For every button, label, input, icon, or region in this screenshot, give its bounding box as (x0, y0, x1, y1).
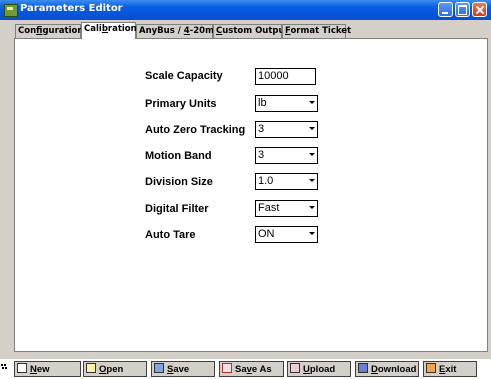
tab-label-post: iguration (42, 26, 84, 36)
button-label-accel: D (371, 364, 378, 375)
tab-format-ticket[interactable]: Format Ticket (282, 24, 351, 38)
save-as-button[interactable]: Save As (219, 361, 284, 377)
chevron-down-icon (309, 127, 315, 130)
division-size-label: Division Size (145, 176, 213, 188)
auto-zero-tracking-value: 3 (258, 123, 265, 135)
button-label-post: pen (106, 364, 124, 375)
chevron-down-icon (309, 206, 315, 209)
button-label-accel: U (303, 364, 310, 375)
button-label-post: pload (309, 364, 336, 375)
auto-tare-value: ON (258, 228, 275, 240)
chevron-down-icon (309, 179, 315, 182)
button-label-post: ew (36, 364, 50, 375)
chevron-down-icon (309, 153, 315, 156)
button-label-post: e As (251, 364, 272, 375)
auto-tare-select[interactable]: ON (255, 226, 318, 243)
upload-button[interactable]: Upload (287, 361, 351, 377)
button-label-post: ownload (377, 364, 417, 375)
motion-band-value: 3 (258, 149, 265, 161)
exit-button[interactable]: Exit (423, 361, 477, 377)
exit-icon (426, 363, 436, 373)
new-button[interactable]: New (14, 361, 81, 377)
tab-label-post: ustom Output (222, 26, 289, 36)
button-label-post: ave (173, 364, 190, 375)
tab-custom-output[interactable]: Custom Output (213, 24, 289, 38)
button-label-accel: N (30, 364, 37, 375)
auto-zero-tracking-select[interactable]: 3 (255, 121, 318, 138)
scale-capacity-label: Scale Capacity (145, 70, 223, 82)
new-file-icon (17, 363, 27, 373)
division-size-value: 1.0 (258, 175, 274, 187)
digital-filter-select[interactable]: Fast (255, 200, 318, 217)
download-button[interactable]: Download (355, 361, 419, 377)
tab-label-pre: Con (18, 26, 37, 36)
download-icon (358, 363, 368, 373)
auto-tare-label: Auto Tare (145, 229, 196, 241)
open-button[interactable]: Open (83, 361, 147, 377)
digital-filter-label: Digital Filter (145, 203, 209, 215)
tab-anybus-4-20ma[interactable]: AnyBus / 4-20mA (136, 24, 221, 38)
digital-filter-value: Fast (258, 202, 280, 214)
save-as-icon (222, 363, 232, 373)
motion-band-select[interactable]: 3 (255, 147, 318, 164)
mouse-cursor-icon (0, 364, 6, 372)
maximize-button[interactable] (455, 2, 470, 17)
calibration-panel (14, 38, 488, 352)
primary-units-label: Primary Units (145, 98, 217, 110)
button-label-pre: Sa (235, 364, 247, 375)
tab-label-post: ration (107, 24, 137, 34)
scale-capacity-value: 10000 (258, 70, 289, 82)
save-button[interactable]: Save (151, 361, 215, 377)
primary-units-select[interactable]: lb (255, 95, 318, 112)
app-icon (4, 4, 18, 17)
window-title: Parameters Editor (20, 3, 123, 14)
tab-label-pre: Cali (84, 24, 102, 34)
chevron-down-icon (309, 232, 315, 235)
primary-units-value: lb (258, 97, 267, 109)
upload-icon (290, 363, 300, 373)
division-size-select[interactable]: 1.0 (255, 173, 318, 190)
chevron-down-icon (309, 101, 315, 104)
button-label-post: xit (445, 364, 457, 375)
open-folder-icon (86, 363, 96, 373)
tab-label-post: ormat Ticket (290, 26, 352, 36)
save-disk-icon (154, 363, 164, 373)
auto-zero-tracking-label: Auto Zero Tracking (145, 124, 246, 136)
title-bar[interactable]: Parameters Editor (0, 0, 491, 20)
scale-capacity-input[interactable]: 10000 (255, 68, 316, 85)
motion-band-label: Motion Band (145, 150, 212, 162)
minimize-button[interactable] (438, 2, 453, 17)
close-button[interactable] (472, 2, 487, 17)
parameters-editor-window: Parameters Editor Configuration Calibrat… (0, 0, 491, 379)
tab-calibration[interactable]: Calibration (81, 22, 137, 39)
tab-label-pre: AnyBus / (139, 26, 184, 36)
tab-configuration[interactable]: Configuration (15, 24, 84, 38)
